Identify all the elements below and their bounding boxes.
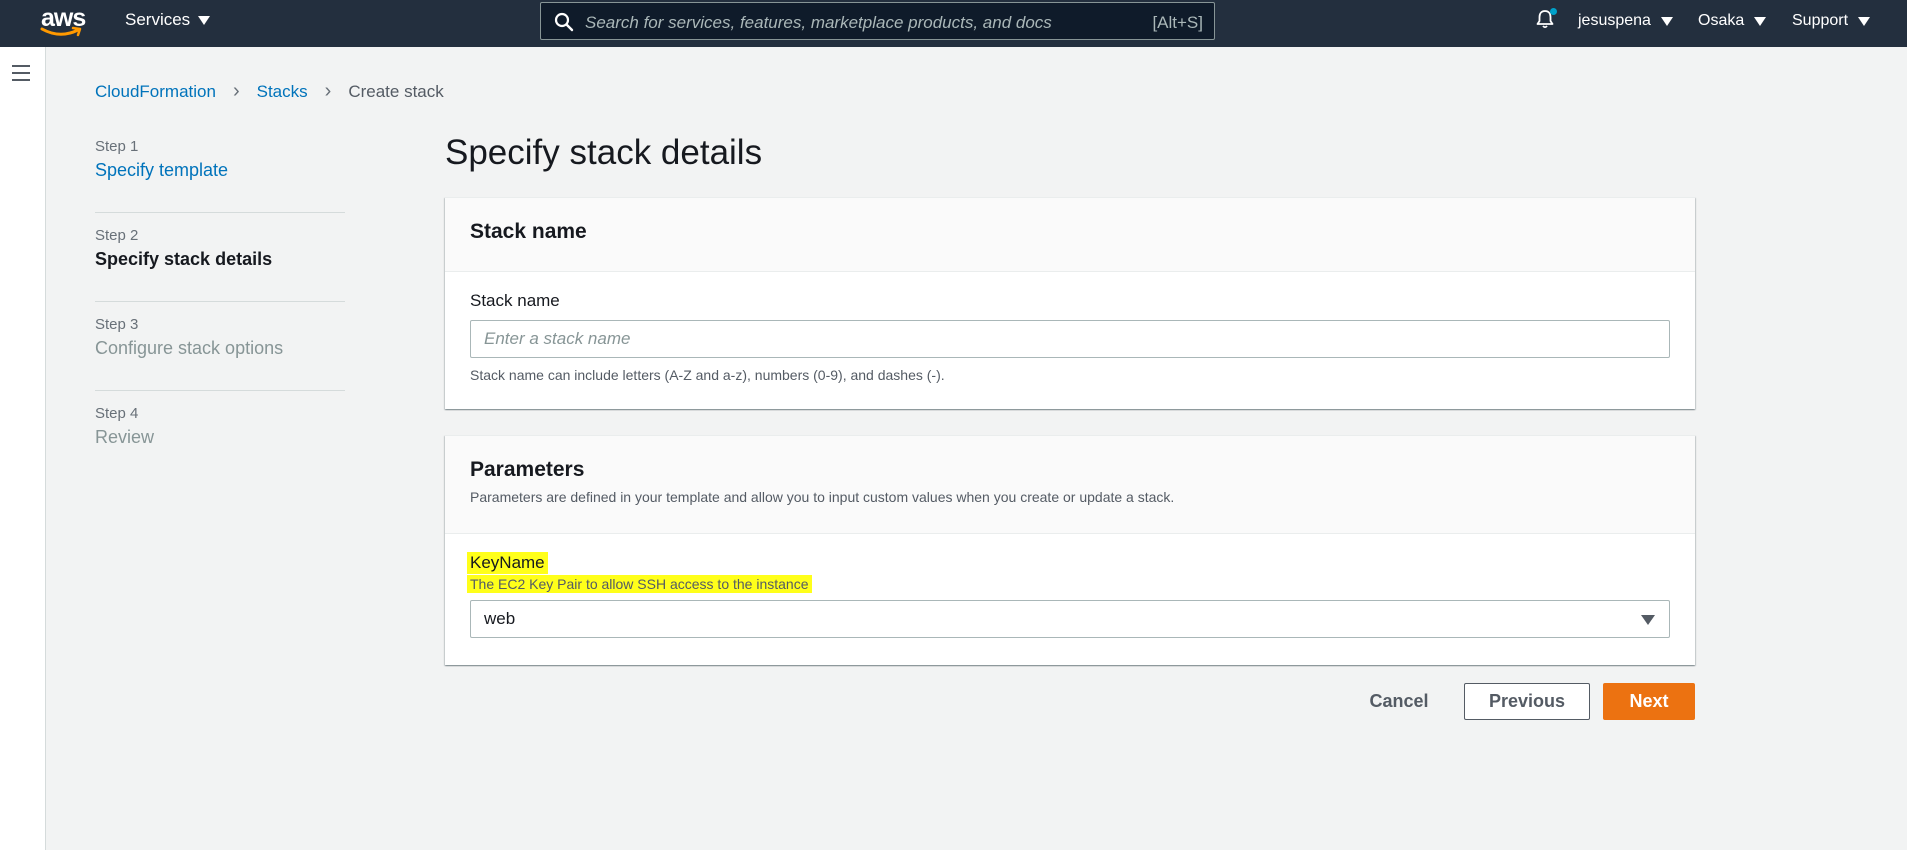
region-name: Osaka [1698,12,1745,29]
wizard-steps: Step 1 Specify template Step 2 Specify s… [95,138,345,494]
panel-description: Parameters are defined in your template … [470,489,1175,505]
chevron-right-icon: › [232,80,240,102]
search-icon [554,12,574,32]
caret-down-icon [1660,16,1673,26]
step-label-disabled: Review [95,427,155,447]
wizard-step-2: Step 2 Specify stack details [95,227,345,302]
region-menu[interactable]: Osaka [1698,12,1767,30]
step-number: Step 1 [95,138,139,155]
panel-body: KeyName The EC2 Key Pair to allow SSH ac… [445,534,1695,638]
breadcrumb-link-stacks[interactable]: Stacks [257,82,308,102]
notification-dot [1550,8,1557,15]
step-number: Step 3 [95,316,139,333]
notifications-button[interactable] [1534,8,1557,35]
services-menu[interactable]: Services [125,10,211,30]
caret-down-icon [198,15,211,25]
aws-logo[interactable]: aws [40,4,86,40]
chevron-right-icon: › [324,80,332,102]
stack-name-hint: Stack name can include letters (A-Z and … [470,367,945,383]
support-menu[interactable]: Support [1792,12,1871,30]
search-input[interactable]: Search for services, features, marketpla… [540,2,1215,40]
support-label: Support [1792,12,1849,29]
menu-toggle-icon[interactable] [12,65,30,86]
keyname-select[interactable]: web [470,600,1670,638]
next-button[interactable]: Next [1603,683,1695,720]
caret-down-icon [1858,16,1871,26]
wizard-step-1: Step 1 Specify template [95,138,345,213]
parameters-panel: Parameters Parameters are defined in you… [445,435,1695,665]
aws-smile-icon [40,26,82,37]
panel-title: Parameters [470,458,585,481]
stack-name-panel: Stack name Stack name Enter a stack name… [445,197,1695,409]
panel-body: Stack name Enter a stack name Stack name… [445,272,1695,383]
account-name: jesuspena [1578,12,1651,29]
breadcrumb: CloudFormation › Stacks › Create stack [95,80,444,103]
wizard-step-4: Step 4 Review [95,405,345,480]
panel-header: Parameters Parameters are defined in you… [445,436,1695,534]
search-shortcut: [Alt+S] [1152,13,1203,32]
keyname-selected-value: web [484,609,516,628]
stack-name-input[interactable]: Enter a stack name [470,320,1670,358]
parameter-label: KeyName [467,552,548,574]
parameter-keyname: KeyName The EC2 Key Pair to allow SSH ac… [467,552,1670,594]
wizard-step-3: Step 3 Configure stack options [95,316,345,391]
cancel-button[interactable]: Cancel [1364,683,1434,719]
previous-button[interactable]: Previous [1464,683,1590,720]
services-label: Services [125,10,191,29]
caret-down-icon [1641,615,1655,625]
panel-title: Stack name [470,220,587,243]
panel-header: Stack name [445,198,1695,272]
top-navigation-bar: aws Services Search for services, featur… [0,0,1907,47]
page-title: Specify stack details [445,133,763,172]
breadcrumb-link-cloudformation[interactable]: CloudFormation [95,82,216,102]
stack-name-placeholder: Enter a stack name [484,329,631,348]
step-number: Step 4 [95,405,139,422]
account-menu[interactable]: jesuspena [1578,12,1673,30]
search-placeholder: Search for services, features, marketpla… [585,13,1052,32]
stack-name-label: Stack name [470,291,560,310]
parameter-description: The EC2 Key Pair to allow SSH access to … [467,575,812,593]
breadcrumb-current: Create stack [348,81,444,101]
caret-down-icon [1754,16,1767,26]
step-label-disabled: Configure stack options [95,338,284,358]
step-link-specify-template[interactable]: Specify template [95,160,345,181]
step-number: Step 2 [95,227,139,244]
step-label-current: Specify stack details [95,249,273,269]
side-navigation [0,47,46,850]
